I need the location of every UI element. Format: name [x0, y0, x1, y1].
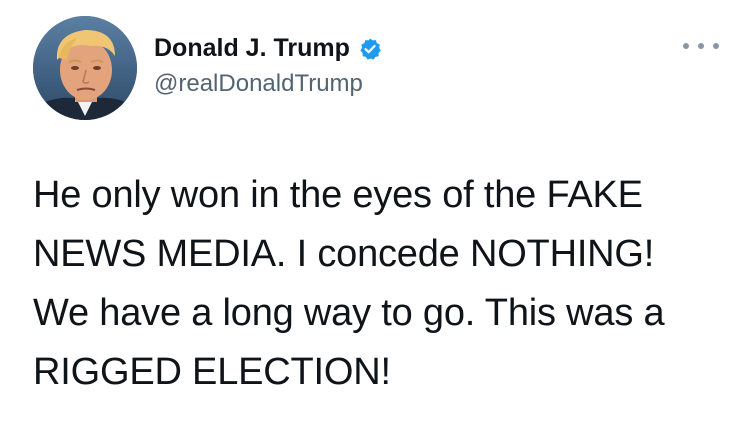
- verified-check-icon: [358, 37, 382, 61]
- author-name-row: Donald J. Trump: [154, 34, 382, 63]
- tweet-card: Donald J. Trump @realDonaldTrump He only…: [0, 0, 750, 436]
- tweet-text: He only won in the eyes of the FAKE NEWS…: [33, 166, 733, 402]
- author-handle[interactable]: @realDonaldTrump: [154, 70, 363, 98]
- tweet-text-line: RIGGED ELECTION!: [33, 351, 391, 393]
- tweet-text-line: We have a long way to go. This was a: [33, 292, 665, 334]
- more-dot: [683, 43, 689, 49]
- author-display-name[interactable]: Donald J. Trump: [154, 34, 350, 63]
- more-options-icon[interactable]: [683, 38, 719, 54]
- more-dot: [698, 43, 704, 49]
- avatar[interactable]: [33, 16, 137, 120]
- profile-photo: [33, 16, 137, 120]
- tweet-text-line: NEWS MEDIA. I concede NOTHING!: [33, 233, 655, 275]
- more-dot: [713, 43, 719, 49]
- tweet-text-line: He only won in the eyes of the FAKE: [33, 174, 643, 216]
